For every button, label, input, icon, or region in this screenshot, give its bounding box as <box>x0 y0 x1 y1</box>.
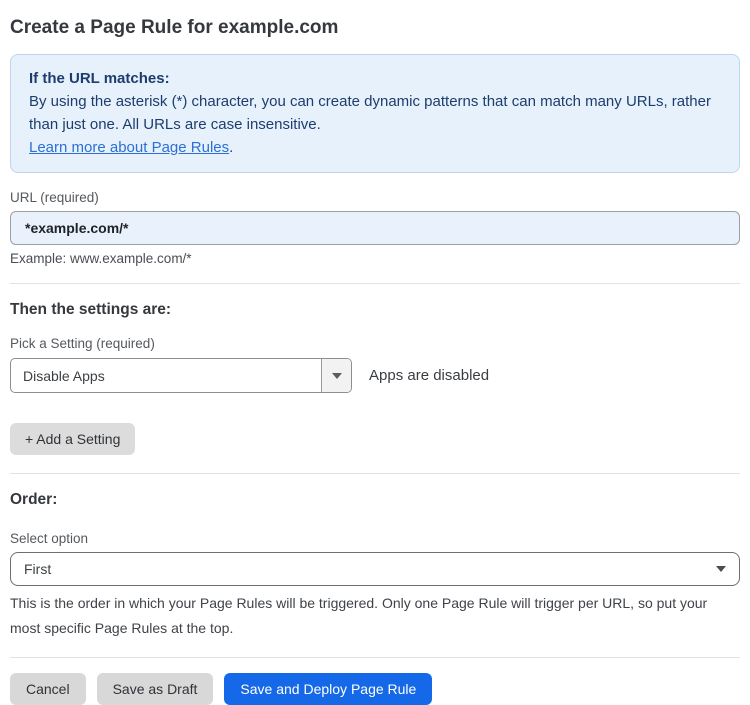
cancel-button[interactable]: Cancel <box>10 673 86 705</box>
page-rule-form: Create a Page Rule for example.com If th… <box>0 0 750 705</box>
setting-select[interactable]: Disable Apps <box>10 358 352 393</box>
setting-select-arrow-button[interactable] <box>321 359 351 392</box>
order-section-heading: Order: <box>10 491 58 508</box>
save-and-deploy-button[interactable]: Save and Deploy Page Rule <box>224 673 433 705</box>
info-panel-link-line: Learn more about Page Rules. <box>29 136 721 159</box>
url-field-label: URL (required) <box>10 190 99 205</box>
chevron-down-icon <box>716 566 726 572</box>
link-suffix: . <box>229 139 234 156</box>
order-select-value: First <box>24 561 52 577</box>
info-panel-body: By using the asterisk (*) character, you… <box>29 93 711 133</box>
divider <box>10 283 740 284</box>
form-actions: Cancel Save as Draft Save and Deploy Pag… <box>10 673 740 705</box>
info-panel-heading: If the URL matches: <box>29 70 170 87</box>
setting-select-value: Disable Apps <box>23 367 105 384</box>
divider <box>10 657 740 658</box>
learn-more-link[interactable]: Learn more about Page Rules <box>29 139 229 156</box>
order-select-label: Select option <box>10 531 89 546</box>
order-help-text: This is the order in which your Page Rul… <box>10 595 708 636</box>
divider <box>10 473 740 474</box>
chevron-down-icon <box>331 372 342 379</box>
page-title: Create a Page Rule for example.com <box>10 17 339 38</box>
setting-row: Disable Apps Apps are disabled <box>10 358 740 393</box>
setting-picker-label: Pick a Setting (required) <box>10 336 155 351</box>
url-input[interactable] <box>10 211 740 245</box>
save-as-draft-button[interactable]: Save as Draft <box>96 673 214 705</box>
setting-status-text: Apps are disabled <box>369 367 490 384</box>
url-match-info-panel: If the URL matches: By using the asteris… <box>10 54 740 173</box>
url-example-text: Example: www.example.com/* <box>10 251 192 266</box>
add-setting-button[interactable]: + Add a Setting <box>10 423 136 455</box>
settings-section-heading: Then the settings are: <box>10 301 172 318</box>
order-select[interactable]: First <box>10 552 740 586</box>
